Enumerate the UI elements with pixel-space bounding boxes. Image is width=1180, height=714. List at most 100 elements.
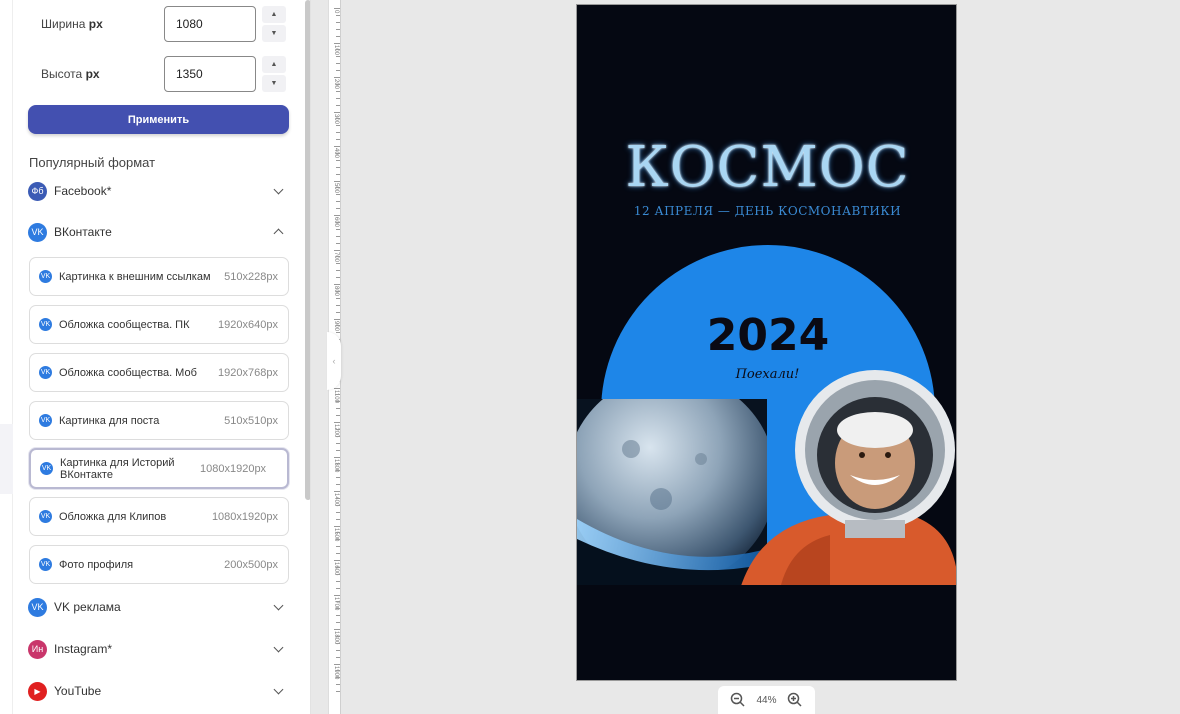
- group-vk-ads[interactable]: VK VK реклама: [28, 596, 290, 618]
- ruler-minor-tick: [336, 401, 340, 403]
- format-size: 510x510px: [224, 414, 278, 427]
- design-canvas[interactable]: КОСМОС 12 АПРЕЛЯ — ДЕНЬ КОСМОНАВТИКИ 202…: [576, 4, 957, 681]
- ruler-minor-tick: [336, 63, 340, 65]
- ruler-minor-tick: [336, 656, 340, 658]
- zoom-in-icon[interactable]: [786, 691, 804, 709]
- chevron-up-icon[interactable]: [272, 225, 286, 239]
- ruler-minor-tick: [336, 256, 340, 258]
- format-item-post-image[interactable]: VK Картинка для поста 510x510px: [29, 401, 289, 440]
- ruler-minor-tick: [336, 580, 340, 582]
- ruler-minor-tick: [336, 332, 340, 334]
- ruler-minor-tick: [336, 194, 340, 196]
- width-decrement-button[interactable]: ▼: [262, 25, 286, 42]
- format-item-profile-photo[interactable]: VK Фото профиля 200x500px: [29, 545, 289, 584]
- vk-icon: VK: [28, 597, 47, 617]
- ruler-minor-tick: [336, 201, 340, 203]
- ruler-minor-tick: [336, 173, 340, 175]
- format-name: Обложка сообщества. Моб: [59, 366, 197, 379]
- ruler-minor-tick: [336, 484, 340, 486]
- height-decrement-button[interactable]: ▼: [262, 75, 286, 92]
- ruler-minor-tick: [336, 152, 340, 154]
- ruler-tick: [334, 215, 340, 216]
- apply-button[interactable]: Применить: [28, 105, 289, 134]
- height-increment-button[interactable]: ▲: [262, 56, 286, 73]
- ruler-minor-tick: [336, 511, 340, 513]
- ruler-tick: [334, 491, 340, 492]
- poster-year[interactable]: 2024: [577, 310, 956, 361]
- width-stepper: ▲ ▼: [262, 6, 286, 42]
- poster-subtitle[interactable]: 12 АПРЕЛЯ — ДЕНЬ КОСМОНАВТИКИ: [577, 204, 956, 218]
- ruler-minor-tick: [336, 277, 340, 279]
- group-vkontakte[interactable]: VK ВКонтакте: [28, 221, 290, 243]
- poster-title[interactable]: КОСМОС: [577, 135, 956, 200]
- ruler-minor-tick: [336, 518, 340, 520]
- collapse-panel-handle[interactable]: ‹: [327, 332, 341, 390]
- ruler-minor-tick: [336, 587, 340, 589]
- ruler-minor-tick: [336, 415, 340, 417]
- ruler-minor-tick: [336, 573, 340, 575]
- ruler-minor-tick: [336, 546, 340, 548]
- ruler-minor-tick: [336, 642, 340, 644]
- ruler-minor-tick: [336, 470, 340, 472]
- height-input[interactable]: [164, 56, 256, 92]
- format-item-stories-image[interactable]: VK Картинка для Историй ВКонтакте 1080x1…: [29, 448, 289, 489]
- group-instagram[interactable]: Ин Instagram*: [28, 638, 290, 660]
- ruler-minor-tick: [336, 477, 340, 479]
- chevron-down-icon[interactable]: [272, 684, 286, 698]
- format-size: 1920x768px: [218, 366, 278, 379]
- ruler-minor-tick: [336, 97, 340, 99]
- group-youtube[interactable]: ▶ YouTube: [28, 680, 290, 702]
- width-input[interactable]: [164, 6, 256, 42]
- format-item-community-cover-mobile[interactable]: VK Обложка сообщества. Моб 1920x768px: [29, 353, 289, 392]
- ruler-tick: [334, 422, 340, 423]
- format-item-clips-cover[interactable]: VK Обложка для Клипов 1080x1920px: [29, 497, 289, 536]
- panel-edge-marker: [0, 424, 13, 494]
- ruler-minor-tick: [336, 684, 340, 686]
- ruler-tick: [334, 387, 340, 389]
- ruler-minor-tick: [336, 615, 340, 617]
- ruler-minor-tick: [336, 83, 340, 85]
- group-youtube-label: YouTube: [54, 684, 102, 698]
- astronaut-image[interactable]: [720, 355, 957, 589]
- ruler-minor-tick: [336, 28, 340, 30]
- format-item-external-link-image[interactable]: VK Картинка к внешним ссылкам 510x228px: [29, 257, 289, 296]
- vk-icon: VK: [28, 222, 47, 242]
- group-facebook-label: Facebook*: [54, 184, 112, 198]
- format-size: 510x228px: [224, 270, 278, 283]
- ruler-minor-tick: [336, 463, 340, 465]
- ruler-minor-tick: [336, 270, 340, 272]
- panel-scrollbar[interactable]: [305, 0, 310, 500]
- group-facebook[interactable]: Фб Facebook*: [28, 180, 290, 202]
- ruler-minor-tick: [336, 221, 340, 223]
- chevron-down-icon[interactable]: [272, 642, 286, 656]
- format-name: Картинка к внешним ссылкам: [59, 270, 211, 283]
- popular-format-title: Популярный формат: [29, 155, 156, 170]
- youtube-icon: ▶: [28, 681, 47, 701]
- format-item-community-cover-pc[interactable]: VK Обложка сообщества. ПК 1920x640px: [29, 305, 289, 344]
- format-size: 200x500px: [224, 558, 278, 571]
- ruler-minor-tick: [336, 235, 340, 237]
- format-size: 1080x1920px: [211, 510, 278, 523]
- width-label: Ширина px: [41, 17, 103, 31]
- chevron-down-icon[interactable]: [272, 600, 286, 614]
- ruler-minor-tick: [336, 635, 340, 637]
- zoom-out-icon[interactable]: [729, 691, 747, 709]
- vk-icon: VK: [39, 270, 52, 283]
- width-increment-button[interactable]: ▲: [262, 6, 286, 23]
- ruler-tick: [334, 249, 340, 251]
- ruler-minor-tick: [336, 242, 340, 244]
- ruler-minor-tick: [336, 622, 340, 624]
- ruler-minor-tick: [336, 290, 340, 292]
- chevron-down-icon[interactable]: [272, 184, 286, 198]
- ruler-tick: [334, 77, 340, 78]
- format-size: 1080x1920px: [200, 462, 267, 475]
- ruler-minor-tick: [336, 311, 340, 313]
- format-name: Обложка сообщества. ПК: [59, 318, 190, 331]
- ruler-tick: [334, 111, 340, 113]
- facebook-icon: Фб: [28, 181, 47, 201]
- group-vk-ads-label: VK реклама: [54, 600, 121, 614]
- zoom-level: 44%: [756, 694, 777, 706]
- ruler-minor-tick: [336, 497, 340, 499]
- group-vkontakte-label: ВКонтакте: [54, 225, 112, 239]
- ruler-minor-tick: [336, 442, 340, 444]
